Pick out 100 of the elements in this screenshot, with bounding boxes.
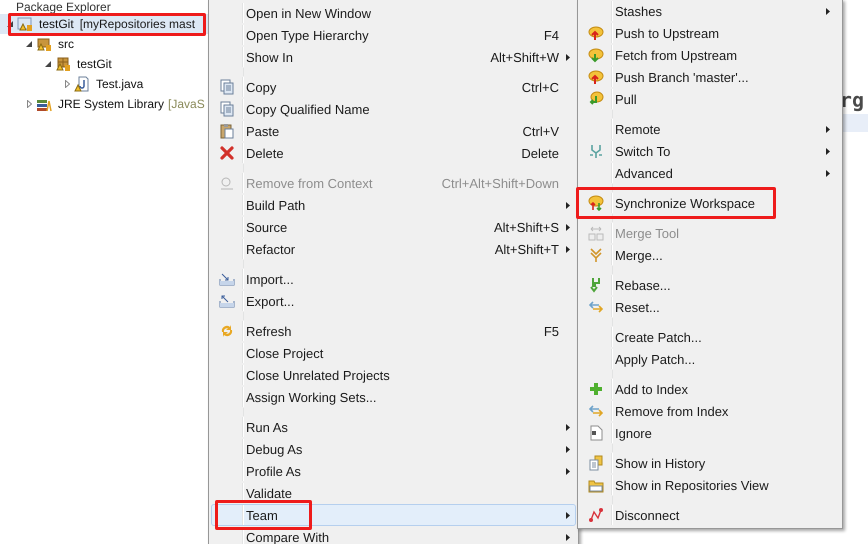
disconnect-icon (588, 507, 604, 523)
collapsed-triangle-icon[interactable] (63, 80, 71, 88)
keyboard-shortcut: F5 (542, 324, 559, 338)
menu-item[interactable]: Push to Upstream (580, 22, 840, 44)
keyboard-shortcut: F4 (542, 28, 559, 42)
swap-arrows-icon (588, 299, 604, 315)
cloud-arrows-icon (588, 195, 604, 211)
keyboard-shortcut: Ctrl+C (520, 80, 559, 94)
menu-item[interactable]: Team (211, 504, 576, 526)
menu-item[interactable]: Paste Ctrl+V (211, 120, 576, 142)
project-icon (17, 16, 33, 32)
tree-item[interactable]: Test.java (0, 74, 208, 94)
cloud-arrow-icon (588, 69, 604, 85)
swap-arrows-icon (588, 403, 604, 419)
context-icon (219, 175, 235, 191)
expanded-triangle-icon[interactable] (6, 20, 14, 28)
submenu-arrow-icon (826, 148, 830, 154)
cloud-arrow-icon (588, 91, 604, 107)
repository-label: [JavaS (168, 97, 205, 111)
expanded-triangle-icon[interactable] (44, 60, 52, 68)
menu-item[interactable]: Debug As (211, 438, 576, 460)
menu-item[interactable]: Show in Repositories View (580, 474, 840, 496)
menu-item[interactable]: Rebase... (580, 274, 840, 296)
merge-icon (588, 247, 604, 263)
menu-item[interactable]: Run As (211, 416, 576, 438)
code-text: rg (840, 88, 865, 112)
branches-icon (588, 143, 604, 159)
menu-item[interactable]: Switch To (580, 140, 840, 162)
menu-item[interactable]: Refactor Alt+Shift+T (211, 238, 576, 260)
submenu-arrow-icon (826, 126, 830, 132)
submenu-arrow-icon (566, 512, 570, 518)
tree-item[interactable]: src (0, 34, 208, 54)
keyboard-shortcut: Ctrl+Alt+Shift+Down (440, 176, 559, 190)
menu-item[interactable]: Copy Ctrl+C (211, 76, 576, 98)
tray-arrow-icon (219, 271, 235, 287)
menu-item[interactable]: Merge... (580, 244, 840, 266)
menu-item[interactable]: Delete Delete (211, 142, 576, 164)
submenu-arrow-icon (566, 534, 570, 540)
menu-item[interactable]: Ignore (580, 422, 840, 444)
menu-item[interactable]: Disconnect (580, 504, 840, 526)
tree-item[interactable]: testGit (0, 54, 208, 74)
menu-item[interactable]: Close Project (211, 342, 576, 364)
expanded-triangle-icon[interactable] (25, 40, 33, 48)
menu-item[interactable]: Import... (211, 268, 576, 290)
submenu-arrow-icon (566, 424, 570, 430)
menu-item[interactable]: Push Branch 'master'... (580, 66, 840, 88)
cloud-arrow-icon (588, 47, 604, 63)
menu-item[interactable]: Assign Working Sets... (211, 386, 576, 408)
menu-item[interactable]: Profile As (211, 460, 576, 482)
menu-item[interactable]: Stashes (580, 0, 840, 22)
menu-item[interactable]: Close Unrelated Projects (211, 364, 576, 386)
keyboard-shortcut: Alt+Shift+W (489, 50, 559, 64)
menu-item[interactable]: Synchronize Workspace (580, 192, 840, 214)
merge-tool-icon (588, 225, 604, 241)
tree-label: JRE System Library (58, 97, 164, 111)
menu-item[interactable]: Remove from Index (580, 400, 840, 422)
menu-item[interactable]: Refresh F5 (211, 320, 576, 342)
menu-item[interactable]: Show in History (580, 452, 840, 474)
submenu-arrow-icon (826, 8, 830, 14)
tray-arrow-icon (219, 293, 235, 309)
cloud-arrow-icon (588, 25, 604, 41)
menu-item[interactable]: Validate (211, 482, 576, 504)
menu-item[interactable]: Add to Index (580, 378, 840, 400)
plus-icon (588, 381, 604, 397)
menu-item[interactable]: Open Type Hierarchy F4 (211, 24, 576, 46)
menu-item[interactable]: Show In Alt+Shift+W (211, 46, 576, 68)
tree-label: Test.java (96, 77, 144, 91)
pages-icon (219, 101, 235, 117)
java-file-icon (74, 76, 90, 92)
menu-item[interactable]: Remote (580, 118, 840, 140)
submenu-arrow-icon (566, 246, 570, 252)
menu-item[interactable]: Fetch from Upstream (580, 44, 840, 66)
history-icon (588, 455, 604, 471)
keyboard-shortcut: Delete (520, 146, 559, 160)
submenu-arrow-icon (566, 224, 570, 230)
menu-item[interactable]: Reset... (580, 296, 840, 318)
repository-label: [myRepositories mast (80, 17, 196, 31)
package-folder-icon (36, 36, 52, 52)
submenu-arrow-icon (566, 202, 570, 208)
keyboard-shortcut: Alt+Shift+T (494, 242, 559, 256)
menu-item[interactable]: Advanced (580, 162, 840, 184)
tree-label: testGit (77, 57, 112, 71)
view-title[interactable]: Package Explorer (0, 0, 111, 14)
menu-item[interactable]: Open in New Window (211, 2, 576, 24)
submenu-arrow-icon (566, 468, 570, 474)
submenu-arrow-icon (566, 446, 570, 452)
refresh-icon (219, 323, 235, 339)
menu-item[interactable]: Build Path (211, 194, 576, 216)
menu-item[interactable]: Export... (211, 290, 576, 312)
collapsed-triangle-icon[interactable] (25, 100, 33, 108)
submenu-arrow-icon (826, 170, 830, 176)
menu-item[interactable]: Source Alt+Shift+S (211, 216, 576, 238)
menu-item[interactable]: Create Patch... (580, 326, 840, 348)
tree-item[interactable]: JRE System Library [JavaS (0, 94, 208, 114)
keyboard-shortcut: Alt+Shift+S (492, 220, 559, 234)
menu-item[interactable]: Apply Patch... (580, 348, 840, 370)
menu-item[interactable]: Compare With (211, 526, 576, 544)
menu-item[interactable]: Pull (580, 88, 840, 110)
menu-item[interactable]: Copy Qualified Name (211, 98, 576, 120)
tree-label: src (58, 37, 74, 51)
